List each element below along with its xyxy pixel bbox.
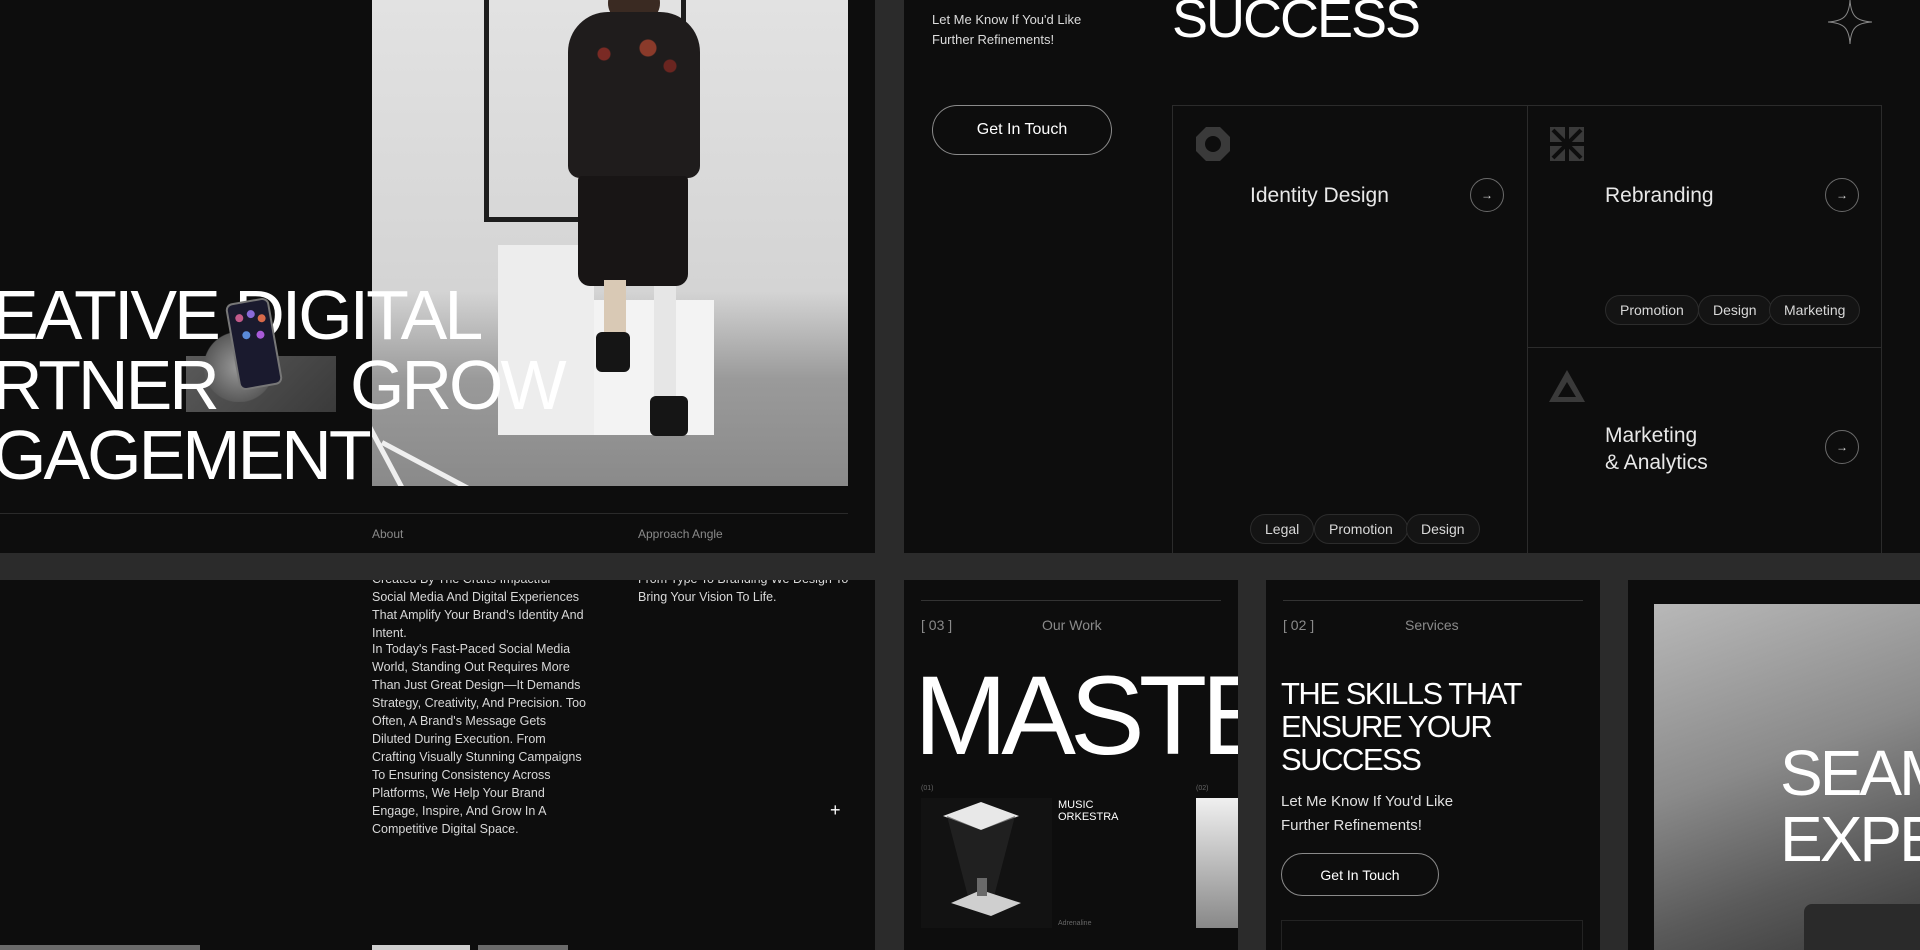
seamless-headline-line-2: EXPE — [1780, 803, 1920, 875]
tag-design: Design — [1406, 514, 1480, 544]
our-work-panel: [ 03 ] Our Work MASTE (01) MUSIC ORKESTR… — [904, 580, 1238, 950]
work-item-caption: Adrenaline — [1058, 920, 1092, 927]
about-label: About — [372, 527, 404, 541]
grid-line — [1881, 105, 1882, 553]
asterisk-grid-icon — [1550, 127, 1584, 161]
tag-promotion: Promotion — [1314, 514, 1408, 544]
hero-headline-line-2b: GROW — [350, 346, 567, 424]
stage-illustration — [921, 798, 1052, 928]
image-strip — [372, 945, 470, 950]
arrow-right-icon[interactable]: → — [1825, 178, 1859, 212]
hero-headline-line-3: GAGEMENT — [0, 416, 372, 494]
service-card-preview — [1281, 920, 1583, 950]
approach-text: From Type To Branding We Design To Bring… — [638, 580, 848, 604]
section-label: Services — [1405, 617, 1459, 633]
service-card-title: Rebranding — [1605, 184, 1714, 207]
image-strip — [478, 945, 568, 950]
section-number: [ 02 ] — [1283, 617, 1315, 633]
work-item-image[interactable] — [1196, 798, 1238, 928]
work-item-number: (01) — [921, 785, 934, 792]
hero-headline-line-2: RTNER — [0, 346, 220, 424]
model-shoe — [650, 396, 688, 436]
section-divider — [921, 600, 1221, 601]
get-in-touch-button[interactable]: Get In Touch — [1281, 853, 1439, 896]
service-card-title-line-2: & Analytics — [1605, 451, 1708, 474]
skills-panel: [ 02 ] Services THE SKILLS THAT ENSURE Y… — [1266, 580, 1600, 950]
model-shorts — [578, 176, 688, 286]
seamless-headline-line-1: SEAM — [1780, 737, 1920, 809]
services-title: SUCCESS — [1172, 0, 1421, 49]
floor-line — [380, 440, 534, 486]
skills-subtitle: Let Me Know If You'd Like Further Refine… — [1281, 793, 1454, 834]
services-panel: Let Me Know If You'd Like Further Refine… — [904, 0, 1920, 553]
tag-legal: Legal — [1250, 514, 1315, 544]
about-panel: Created By The Crafts Impactful Social M… — [0, 580, 875, 950]
grid-line — [1527, 347, 1882, 348]
tag-promotion: Promotion — [1605, 295, 1699, 325]
arrow-right-icon[interactable]: → — [1470, 178, 1504, 212]
services-subtitle: Let Me Know If You'd Like Further Refine… — [932, 12, 1082, 47]
sweater-pattern — [582, 30, 692, 90]
triangle-icon — [1549, 370, 1585, 402]
tag-marketing: Marketing — [1769, 295, 1861, 325]
arrow-right-icon[interactable]: → — [1825, 430, 1859, 464]
hero-divider — [0, 513, 848, 514]
work-item-number: (02) — [1196, 785, 1209, 792]
work-item-image[interactable] — [921, 798, 1052, 928]
sparkle-icon — [1828, 0, 1872, 44]
service-card-title-line-1: Marketing — [1605, 424, 1698, 447]
chair-image — [1804, 904, 1920, 950]
grid-line — [1172, 105, 1173, 553]
image-strip — [0, 945, 200, 950]
section-divider — [1283, 600, 1583, 601]
model-leg — [654, 286, 676, 398]
skills-title: THE SKILLS THAT ENSURE YOUR SUCCESS — [1281, 676, 1522, 777]
work-big-title: MASTE — [914, 653, 1238, 778]
work-item-title: MUSIC ORKESTRA — [1058, 799, 1119, 823]
about-text-body: In Today's Fast-Paced Social Media World… — [372, 642, 586, 836]
seamless-panel: SEAM EXPE — [1628, 580, 1920, 950]
octagon-icon — [1196, 127, 1230, 161]
hero-panel: EATIVE DIGITAL RTNER GROW GAGEMENT About… — [0, 0, 875, 553]
service-card-title: Identity Design — [1250, 184, 1389, 207]
plus-icon[interactable]: + — [830, 800, 841, 821]
model-shoe — [596, 332, 630, 372]
section-number: [ 03 ] — [921, 617, 953, 633]
approach-label: Approach Angle — [638, 527, 723, 541]
grid-line — [1527, 105, 1528, 553]
get-in-touch-button[interactable]: Get In Touch — [932, 105, 1112, 155]
section-label: Our Work — [1042, 617, 1102, 633]
tag-design: Design — [1698, 295, 1772, 325]
about-text-intro: Created By The Crafts Impactful Social M… — [372, 580, 584, 640]
